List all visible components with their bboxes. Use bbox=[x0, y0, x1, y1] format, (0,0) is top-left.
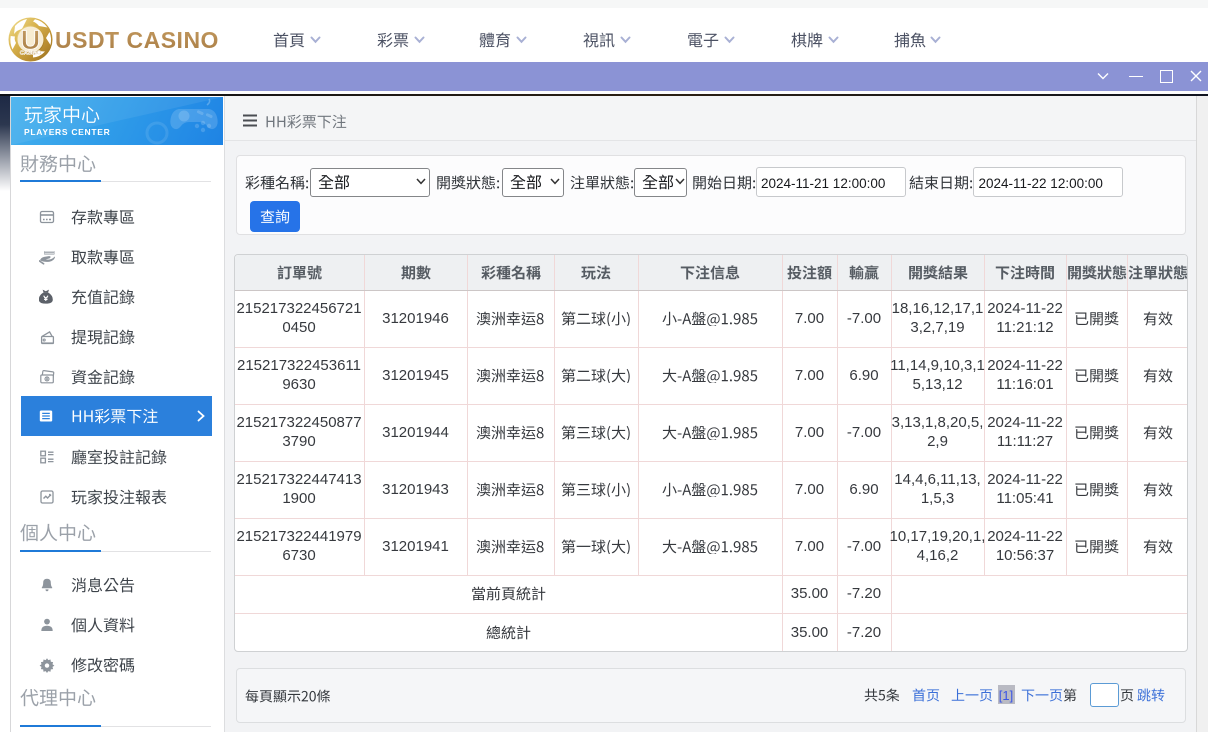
svg-text:CASINO: CASINO bbox=[20, 51, 42, 57]
